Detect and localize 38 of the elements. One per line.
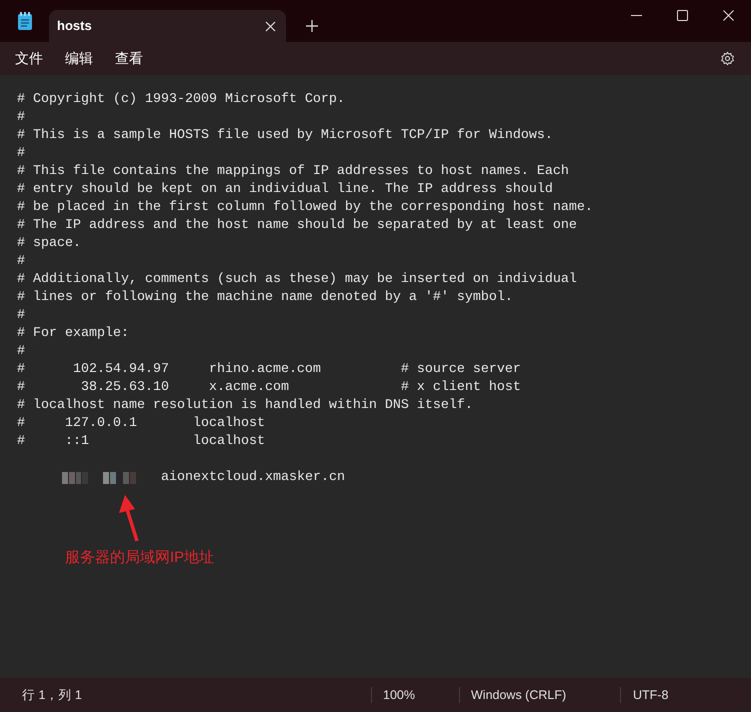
line-ending[interactable]: Windows (CRLF) <box>460 686 620 704</box>
text-line: # <box>17 145 26 163</box>
close-icon[interactable] <box>722 10 734 20</box>
text-line: # <box>17 343 26 361</box>
maximize-icon[interactable] <box>676 10 688 20</box>
text-line: # lines or following the machine name denoted by a '#' symbol. <box>17 289 514 307</box>
text-line: # <box>17 253 26 271</box>
text-line: # Additionally, comments (such as these) may be inserted on individual <box>17 271 578 289</box>
text-line: # For example: <box>17 325 130 343</box>
close-icon[interactable] <box>265 20 276 32</box>
text-line: # space. <box>17 235 82 253</box>
minimize-icon[interactable] <box>630 14 642 16</box>
menu-item[interactable]: 文件 <box>6 44 52 73</box>
text-line: # This file contains the mappings of IP addresses to host names. Each <box>17 163 570 181</box>
text-line: # 38.25.63.10 x.acme.com # x client host <box>17 379 522 397</box>
plus-icon[interactable] <box>306 20 318 32</box>
text-line: # 102.54.94.97 rhino.acme.com # source server <box>17 361 522 379</box>
menu-item[interactable]: 编辑 <box>56 44 102 73</box>
menu-item[interactable]: 查看 <box>106 44 152 73</box>
text-line: # localhost name resolution is handled within DNS itself. <box>17 397 474 415</box>
settings-icon[interactable] <box>720 51 735 66</box>
text-line: # <box>17 307 26 325</box>
text-line: # ::1 localhost <box>17 433 266 451</box>
text-line: aionextcloud.xmasker.cn <box>161 469 345 487</box>
notepad-icon <box>16 11 32 31</box>
cursor-position: 行 1，列 1 <box>21 686 83 704</box>
text-line: # This is a sample HOSTS file used by Microsoft TCP/IP for Windows. <box>17 127 554 145</box>
document-tab[interactable]: hosts <box>49 10 286 42</box>
encoding[interactable]: UTF-8 <box>621 686 668 704</box>
text-line: # be placed in the first column followed by the corresponding host name. <box>17 199 594 217</box>
text-line: # Copyright (c) 1993-2009 Microsoft Corp. <box>17 91 346 109</box>
text-line: # entry should be kept on an individual line. The IP address should <box>17 181 554 199</box>
text-line: # <box>17 109 26 127</box>
tab-title: hosts <box>57 17 92 36</box>
zoom-level[interactable]: 100% <box>372 686 459 704</box>
text-line: # The IP address and the host name should be separated by at least one <box>17 217 578 235</box>
annotation-text: 服务器的局域网IP地址 <box>65 548 214 568</box>
text-line: # 127.0.0.1 localhost <box>17 415 266 433</box>
